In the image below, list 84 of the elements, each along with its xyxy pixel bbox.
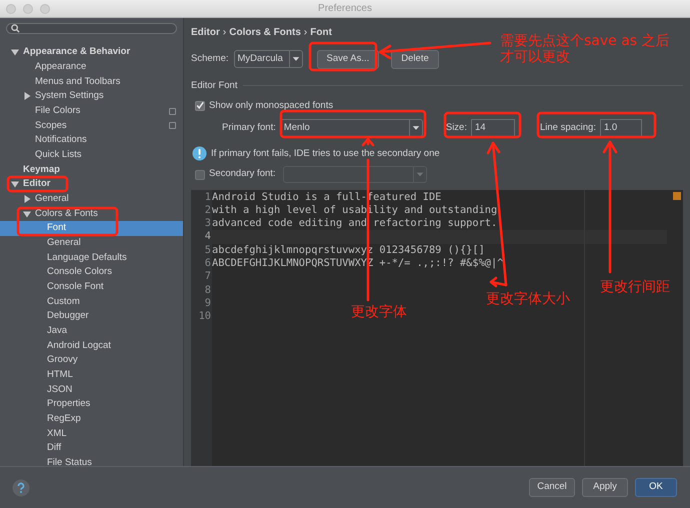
tree-item[interactable]: Debugger <box>0 309 183 324</box>
line-number: 5 <box>204 244 212 257</box>
checkbox-label: Show only monospaced fonts <box>209 98 334 113</box>
collapse-arrow-icon[interactable] <box>11 48 19 56</box>
line-spacing-label: Line spacing: <box>540 120 596 135</box>
tree-item[interactable]: Menus and Toolbars <box>0 74 183 90</box>
help-icon[interactable] <box>12 478 30 496</box>
line-number: 8 <box>204 284 212 297</box>
scheme-button[interactable]: Delete <box>391 50 439 69</box>
expand-arrow-icon[interactable] <box>23 195 31 204</box>
tree-item[interactable]: Diff <box>0 441 183 456</box>
tree-item[interactable]: Custom <box>0 294 183 310</box>
size-input[interactable]: 14 <box>470 118 515 137</box>
highlight-box <box>6 176 68 192</box>
tree-item[interactable]: Android Logcat <box>0 338 183 354</box>
collapse-arrow-icon[interactable] <box>23 210 31 218</box>
tree-item[interactable]: Appearance <box>0 60 183 74</box>
primary-font-dropdown[interactable]: Menlo <box>280 118 423 137</box>
breadcrumb-item[interactable]: Colors & Fonts <box>229 25 301 40</box>
tree-item[interactable]: Console Font <box>0 280 183 294</box>
tree-item[interactable]: Java <box>0 324 183 338</box>
breadcrumb-item[interactable]: Editor <box>191 25 220 40</box>
tree-item[interactable]: Colors & Fonts <box>0 206 183 222</box>
tree-item[interactable]: Groovy <box>0 353 183 368</box>
line-number: 9 <box>204 296 212 310</box>
expand-arrow-icon[interactable] <box>23 92 31 100</box>
annotation-text: 更改字体大小 <box>486 291 570 307</box>
tree-item[interactable]: HTML <box>0 368 183 382</box>
dropdown-arrow-icon <box>288 51 302 68</box>
checkbox-label: Secondary font: <box>209 167 276 182</box>
scheme-label: Scheme: <box>191 52 228 66</box>
breadcrumb-item[interactable]: Font <box>310 25 332 40</box>
tree-item[interactable]: General <box>0 236 183 250</box>
dropdown-arrow-icon <box>408 120 422 136</box>
code-line: advanced code editing and refactoring support. <box>212 217 498 230</box>
tree-item[interactable]: Appearance & Behavior <box>0 45 183 60</box>
tree-item[interactable]: Notifications <box>0 133 183 148</box>
annotation-text: 需要先点这个save as 之后 才可以更改 <box>500 33 670 65</box>
tree-item[interactable]: Editor <box>0 177 183 192</box>
tree-item[interactable]: XML <box>0 426 183 442</box>
collapse-arrow-icon[interactable] <box>11 180 19 188</box>
tree-item[interactable]: Quick Lists <box>0 148 183 162</box>
line-number: 1 <box>204 190 212 204</box>
line-number: 2 <box>204 204 212 218</box>
tree-item[interactable]: File Status <box>0 456 183 470</box>
line-number: 7 <box>204 270 212 284</box>
dialog-button[interactable]: Apply <box>582 478 628 497</box>
scheme-button[interactable]: Save As... <box>316 50 380 69</box>
dialog-button[interactable]: OK <box>635 478 677 497</box>
checkbox[interactable] <box>195 100 205 111</box>
breadcrumb-separator: › <box>304 26 308 40</box>
tree-item[interactable]: System Settings <box>0 89 183 104</box>
info-icon <box>192 146 207 162</box>
dialog-button[interactable]: Cancel <box>529 478 575 497</box>
breadcrumb-separator: › <box>222 26 226 40</box>
tree-item[interactable]: Scopes <box>0 118 183 134</box>
dropdown-arrow-icon <box>412 167 426 182</box>
search-field[interactable] <box>6 23 177 34</box>
line-number: 4 <box>204 230 212 244</box>
size-label: Size: <box>446 120 467 135</box>
tree-item[interactable]: JSON <box>0 382 183 398</box>
window-title: Preferences <box>318 2 372 16</box>
tree-item[interactable]: Console Colors <box>0 265 183 280</box>
annotation-text: 更改字体 <box>351 304 407 320</box>
tree-item[interactable]: Font <box>0 221 183 236</box>
annotation-text: 更改行间距 <box>600 279 670 295</box>
tree-item[interactable]: File Colors <box>0 104 183 118</box>
search-icon <box>11 24 20 33</box>
info-text: If primary font fails, IDE tries to use the secondary one <box>211 146 440 161</box>
tree-item[interactable]: RegExp <box>0 412 183 426</box>
scheme-dropdown[interactable]: MyDarcula <box>234 50 302 68</box>
primary-font-label: Primary font: <box>222 120 276 135</box>
checkbox[interactable] <box>195 170 205 180</box>
highlight-box <box>308 42 378 72</box>
line-number: 6 <box>204 256 212 270</box>
tree-item[interactable]: General <box>0 192 183 206</box>
tree-item[interactable]: Keymap <box>0 162 183 178</box>
status-marker-icon <box>673 192 681 200</box>
section-title: Editor Font <box>191 78 238 93</box>
line-number: 10 <box>198 310 212 324</box>
line-spacing-input[interactable]: 1.0 <box>600 118 642 137</box>
tree-item[interactable]: Language Defaults <box>0 250 183 266</box>
tree-item[interactable]: Properties <box>0 397 183 412</box>
line-number: 3 <box>204 217 212 230</box>
